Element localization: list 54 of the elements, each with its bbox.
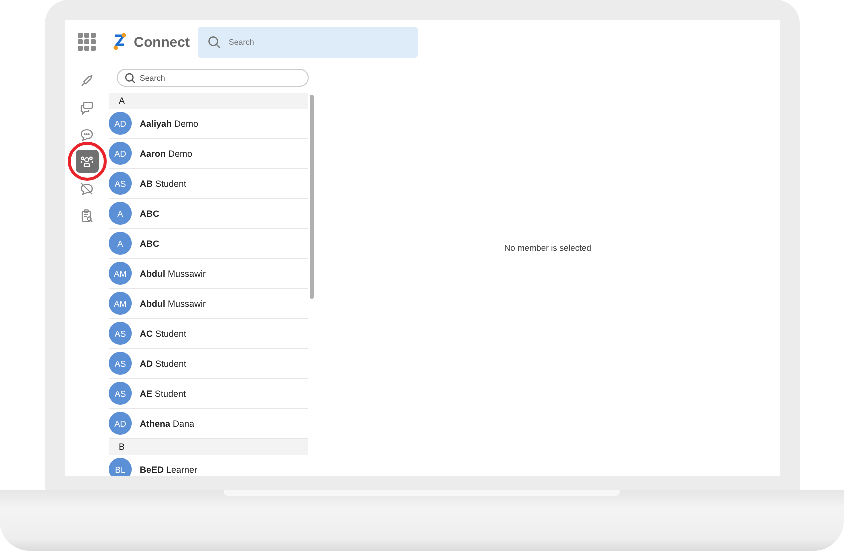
member-name: AD Student xyxy=(140,358,187,368)
sidebar-item[interactable] xyxy=(76,150,98,173)
member-row[interactable]: AS AB Student xyxy=(109,169,308,199)
rocket-icon xyxy=(80,74,94,88)
avatar: AS xyxy=(109,352,132,375)
search-field[interactable]: Search xyxy=(117,69,309,87)
member-name: ABC xyxy=(140,208,160,218)
chat-icon xyxy=(80,128,94,142)
member-row[interactable]: AS AC Student xyxy=(109,319,308,349)
member-row[interactable]: BL BeED Learner xyxy=(109,455,308,476)
chats-icon xyxy=(80,100,94,114)
empty-message: No member is selected xyxy=(504,243,592,253)
avatar: AS xyxy=(109,172,132,195)
member-row[interactable]: A ABC xyxy=(109,199,308,229)
member-row[interactable]: AD Aaliyah Demo xyxy=(109,109,308,139)
search-field[interactable]: Search xyxy=(198,26,418,58)
avatar: AD xyxy=(109,142,132,165)
search-icon xyxy=(208,36,221,48)
member-row[interactable]: A ABC xyxy=(109,229,308,259)
member-name: Abdul Mussawir xyxy=(140,268,206,278)
chat-off-icon xyxy=(80,182,94,196)
avatar: AS xyxy=(109,322,132,345)
search-icon xyxy=(125,73,136,84)
member-name: Abdul Mussawir xyxy=(140,298,206,308)
member-name: ABC xyxy=(140,238,160,248)
avatar: AS xyxy=(109,382,132,405)
member-name: AE Student xyxy=(140,388,186,398)
avatar: A xyxy=(109,232,132,255)
highlight-ring xyxy=(68,142,106,181)
member-row[interactable]: AM Abdul Mussawir xyxy=(109,259,308,289)
member-row[interactable]: AM Abdul Mussawir xyxy=(109,289,308,319)
people-icon xyxy=(80,154,94,168)
section-header: B xyxy=(109,439,308,455)
member-name: Aaliyah Demo xyxy=(140,118,199,128)
avatar: AM xyxy=(109,262,132,285)
section-header: A xyxy=(109,93,308,109)
logo-icon xyxy=(113,33,127,51)
avatar: AD xyxy=(109,112,132,135)
avatar: AD xyxy=(109,412,132,435)
member-name: AB Student xyxy=(140,178,187,188)
member-name: Athena Dana xyxy=(140,418,195,428)
member-name: BeED Learner xyxy=(140,464,198,474)
member-name: Aaron Demo xyxy=(140,148,193,158)
avatar: A xyxy=(109,202,132,225)
avatar: AM xyxy=(109,292,132,315)
app-grid-icon[interactable] xyxy=(78,33,96,51)
app-title: Connect xyxy=(134,34,190,50)
member-row[interactable]: AS AD Student xyxy=(109,349,308,379)
scrollbar-thumb[interactable] xyxy=(310,95,314,299)
member-row[interactable]: AS AE Student xyxy=(109,379,308,409)
avatar: BL xyxy=(109,458,132,476)
member-row[interactable]: AD Aaron Demo xyxy=(109,139,308,169)
member-name: AC Student xyxy=(140,328,187,338)
clipboard-icon xyxy=(80,208,94,222)
